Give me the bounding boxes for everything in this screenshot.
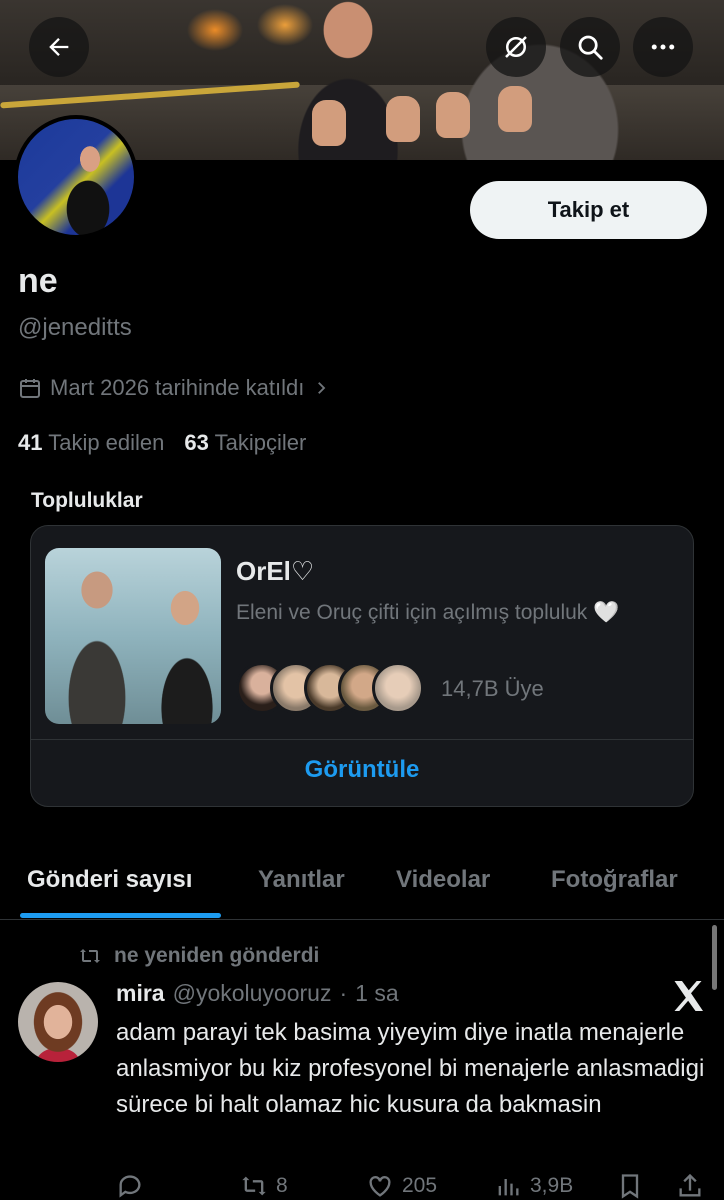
calendar-icon xyxy=(20,379,40,398)
share-icon xyxy=(679,1173,701,1197)
user-handle: @jeneditts xyxy=(18,314,132,341)
hide-icon xyxy=(505,36,527,58)
reply-button[interactable] xyxy=(116,1172,152,1200)
tweet-header: mira @yokoluyooruz · 1 sa xyxy=(116,980,399,1007)
retweet-button[interactable]: 8 xyxy=(240,1172,288,1200)
communities-title: Topluluklar xyxy=(31,489,143,512)
share-button[interactable] xyxy=(676,1172,704,1200)
tab-posts[interactable]: Gönderi sayısı xyxy=(27,866,192,894)
tweet-actions: 8 205 3,9B xyxy=(116,1172,716,1200)
like-count: 205 xyxy=(402,1174,438,1197)
retweet-count: 8 xyxy=(276,1174,288,1197)
scrollbar[interactable] xyxy=(712,925,717,990)
more-icon xyxy=(651,44,675,50)
profile-page: Takip et ne @jeneditts Mart 2026 tarihin… xyxy=(0,0,724,1200)
tweet-author-name[interactable]: mira xyxy=(116,980,165,1007)
following-label: Takip edilen xyxy=(48,430,165,455)
followers-label: Takipçiler xyxy=(214,430,307,455)
follow-stats: 41 Takip edilen 63 Takipçiler xyxy=(18,430,306,456)
banner-thumb xyxy=(312,100,346,146)
member-avatars xyxy=(236,662,424,714)
reply-icon xyxy=(119,1175,141,1198)
tweet-text: adam parayi tek basima yiyeyim diye inat… xyxy=(116,1019,705,1118)
x-logo-icon xyxy=(674,981,703,1011)
repost-icon xyxy=(80,949,100,963)
followers-stat[interactable]: 63 Takipçiler xyxy=(184,430,306,456)
repost-indicator: ne yeniden gönderdi xyxy=(78,944,319,968)
hide-button[interactable] xyxy=(486,17,546,77)
heart-icon xyxy=(369,1176,391,1197)
like-button[interactable]: 205 xyxy=(366,1172,437,1200)
community-card[interactable]: OrEl♡ Eleni ve Oruç çifti için açılmış t… xyxy=(30,525,694,807)
community-image xyxy=(45,548,221,724)
back-button[interactable] xyxy=(29,17,89,77)
following-count: 41 xyxy=(18,430,43,455)
member-avatar xyxy=(372,662,424,714)
tab-replies[interactable]: Yanıtlar xyxy=(258,866,345,894)
arrow-left-icon xyxy=(49,38,69,56)
chevron-right-icon xyxy=(318,382,326,394)
follow-button[interactable]: Takip et xyxy=(470,181,707,239)
community-description: Eleni ve Oruç çifti için açılmış toplulu… xyxy=(236,601,620,624)
tab-photos[interactable]: Fotoğraflar xyxy=(551,866,678,894)
joined-date[interactable]: Mart 2026 tarihinde katıldı xyxy=(18,375,330,401)
tweet-author-avatar[interactable] xyxy=(18,982,98,1062)
tweet-time: 1 sa xyxy=(355,980,399,1006)
views-icon xyxy=(498,1179,519,1196)
following-stat[interactable]: 41 Takip edilen xyxy=(18,430,164,456)
bookmark-button[interactable] xyxy=(616,1172,644,1200)
search-icon xyxy=(578,35,603,60)
followers-count: 63 xyxy=(184,430,209,455)
bookmark-icon xyxy=(621,1174,639,1199)
tabs-divider xyxy=(0,919,724,920)
profile-tabs: Gönderi sayısı Yanıtlar Videolar Fotoğra… xyxy=(0,860,724,918)
search-button[interactable] xyxy=(560,17,620,77)
banner-thumb xyxy=(386,96,420,142)
view-community-button[interactable]: Görüntüle xyxy=(31,756,693,784)
banner-thumb xyxy=(498,86,532,132)
retweet-icon xyxy=(242,1176,266,1196)
tweet-author-handle[interactable]: @yokoluyooruz xyxy=(173,980,332,1007)
repost-label: ne yeniden gönderdi xyxy=(114,944,320,967)
banner-thumb xyxy=(436,92,470,138)
views-count: 3,9B xyxy=(530,1174,574,1197)
joined-text: Mart 2026 tarihinde katıldı xyxy=(50,375,305,400)
tweet-separator: · xyxy=(339,980,348,1006)
active-tab-indicator xyxy=(20,913,221,918)
member-count: 14,7B Üye xyxy=(441,676,544,701)
tab-videos[interactable]: Videolar xyxy=(396,866,490,894)
more-button[interactable] xyxy=(633,17,693,77)
profile-avatar[interactable] xyxy=(14,115,138,239)
display-name: ne xyxy=(18,262,58,300)
card-divider xyxy=(31,739,693,740)
community-name: OrEl♡ xyxy=(236,556,315,586)
views-button[interactable]: 3,9B xyxy=(494,1172,573,1200)
